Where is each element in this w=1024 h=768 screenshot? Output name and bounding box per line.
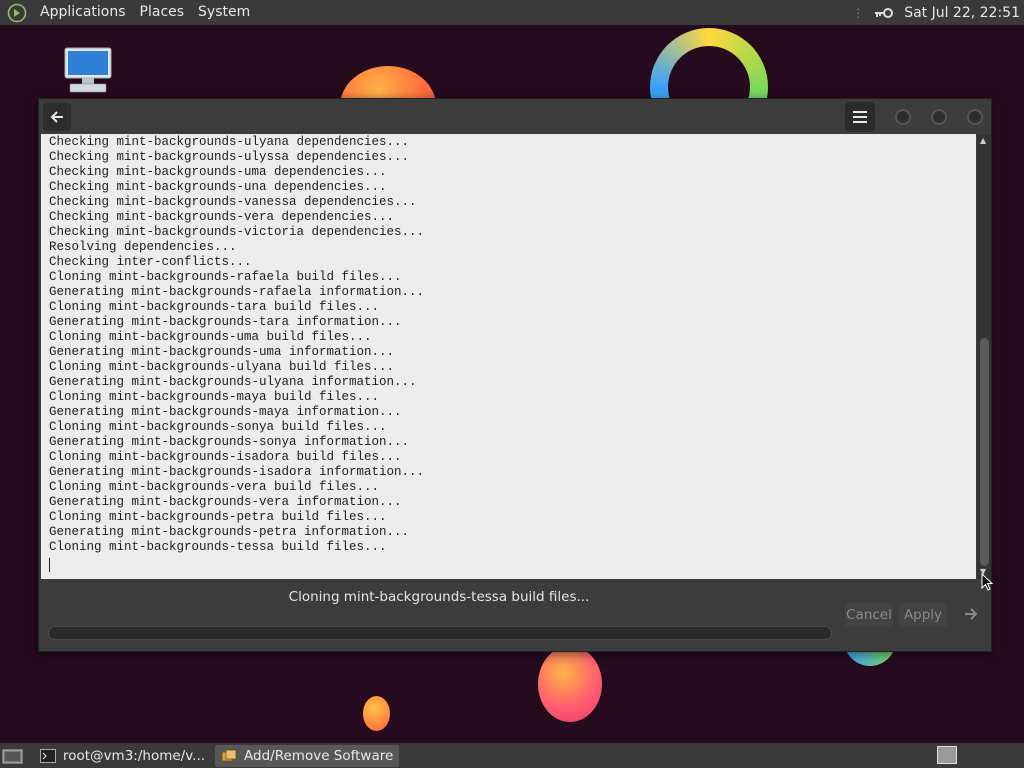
text-cursor bbox=[49, 558, 50, 572]
show-desktop-icon[interactable] bbox=[2, 747, 24, 765]
key-icon[interactable] bbox=[874, 6, 894, 20]
log-line: Generating mint-backgrounds-ulyana infor… bbox=[49, 375, 417, 389]
back-button[interactable] bbox=[43, 103, 71, 131]
computer-icon[interactable] bbox=[62, 46, 114, 96]
log-line: Cloning mint-backgrounds-sonya build fil… bbox=[49, 420, 387, 434]
package-icon bbox=[221, 749, 237, 761]
log-line: Resolving dependencies... bbox=[49, 240, 237, 254]
log-line: Cloning mint-backgrounds-petra build fil… bbox=[49, 510, 387, 524]
workspace-switcher[interactable] bbox=[937, 746, 957, 764]
scroll-up-icon[interactable]: ▲ bbox=[980, 136, 986, 145]
log-line: Cloning mint-backgrounds-vera build file… bbox=[49, 480, 380, 494]
log-line: Cloning mint-backgrounds-tara build file… bbox=[49, 300, 380, 314]
log-line: Cloning mint-backgrounds-rafaela build f… bbox=[49, 270, 402, 284]
log-line: Checking inter-conflicts... bbox=[49, 255, 252, 269]
log-lines: Checking mint-backgrounds-ulyana depende… bbox=[49, 135, 976, 555]
apply-button[interactable]: Apply bbox=[899, 603, 947, 627]
wallpaper-blob bbox=[363, 696, 390, 731]
cancel-button[interactable]: Cancel bbox=[845, 603, 893, 627]
close-button[interactable] bbox=[967, 109, 983, 125]
log-line: Checking mint-backgrounds-victoria depen… bbox=[49, 225, 425, 239]
output-log[interactable]: Checking mint-backgrounds-ulyana depende… bbox=[41, 134, 976, 579]
log-line: Generating mint-backgrounds-isadora info… bbox=[49, 465, 425, 479]
log-line: Checking mint-backgrounds-vanessa depend… bbox=[49, 195, 417, 209]
log-line: Cloning mint-backgrounds-uma build files… bbox=[49, 330, 372, 344]
log-line: Generating mint-backgrounds-maya informa… bbox=[49, 405, 402, 419]
maximize-button[interactable] bbox=[931, 109, 947, 125]
log-line: Cloning mint-backgrounds-maya build file… bbox=[49, 390, 380, 404]
log-line: Generating mint-backgrounds-rafaela info… bbox=[49, 285, 425, 299]
panel-separator: ⋮ bbox=[852, 5, 865, 20]
log-line: Generating mint-backgrounds-vera informa… bbox=[49, 495, 402, 509]
log-line: Checking mint-backgrounds-uma dependenci… bbox=[49, 165, 387, 179]
taskbar-item-label: Add/Remove Software bbox=[244, 747, 394, 764]
scroll-thumb[interactable] bbox=[980, 338, 989, 566]
bottom-taskbar: root@vm3:/home/v... Add/Remove Software bbox=[0, 743, 1024, 768]
cursor-line bbox=[49, 558, 976, 573]
taskbar-item-add-remove-software[interactable]: Add/Remove Software bbox=[215, 744, 400, 767]
log-line: Checking mint-backgrounds-ulyana depende… bbox=[49, 135, 410, 149]
hamburger-menu-button[interactable] bbox=[845, 102, 875, 132]
minimize-button[interactable] bbox=[895, 109, 911, 125]
log-line: Generating mint-backgrounds-petra inform… bbox=[49, 525, 410, 539]
places-menu[interactable]: Places bbox=[133, 0, 192, 25]
applications-menu[interactable]: Applications bbox=[33, 0, 133, 25]
taskbar-item-label: root@vm3:/home/v... bbox=[63, 747, 206, 764]
log-scrollbar[interactable]: ▲ ▼ bbox=[977, 134, 991, 579]
log-line: Checking mint-backgrounds-vera dependenc… bbox=[49, 210, 395, 224]
mint-menu-icon[interactable] bbox=[7, 3, 27, 23]
log-line: Checking mint-backgrounds-ulyssa depende… bbox=[49, 150, 410, 164]
log-line: Cloning mint-backgrounds-tessa build fil… bbox=[49, 540, 387, 554]
mouse-pointer-icon bbox=[981, 573, 993, 591]
system-menu[interactable]: System bbox=[191, 0, 257, 25]
log-line: Generating mint-backgrounds-uma informat… bbox=[49, 345, 395, 359]
panel-tray: ⋮ Sat Jul 22, 22:51 bbox=[852, 5, 1024, 21]
log-line: Generating mint-backgrounds-sonya inform… bbox=[49, 435, 410, 449]
window-titlebar[interactable] bbox=[39, 99, 991, 134]
terminal-icon bbox=[40, 748, 56, 763]
forward-arrow-icon bbox=[965, 608, 978, 620]
add-remove-software-window: Checking mint-backgrounds-ulyana depende… bbox=[38, 98, 992, 652]
clock[interactable]: Sat Jul 22, 22:51 bbox=[904, 5, 1024, 21]
forward-button[interactable] bbox=[957, 601, 985, 627]
log-line: Checking mint-backgrounds-una dependenci… bbox=[49, 180, 387, 194]
hamburger-menu-icon bbox=[853, 111, 867, 123]
top-panel: Applications Places System ⋮ Sat Jul 22,… bbox=[0, 0, 1024, 25]
log-line: Generating mint-backgrounds-tara informa… bbox=[49, 315, 402, 329]
progress-bar bbox=[48, 626, 832, 640]
wallpaper-blob bbox=[538, 646, 602, 722]
log-line: Cloning mint-backgrounds-ulyana build fi… bbox=[49, 360, 395, 374]
taskbar-item-terminal[interactable]: root@vm3:/home/v... bbox=[34, 745, 211, 767]
status-text: Cloning mint-backgrounds-tessa build fil… bbox=[288, 589, 590, 605]
log-line: Cloning mint-backgrounds-isadora build f… bbox=[49, 450, 402, 464]
back-arrow-icon bbox=[50, 111, 63, 123]
